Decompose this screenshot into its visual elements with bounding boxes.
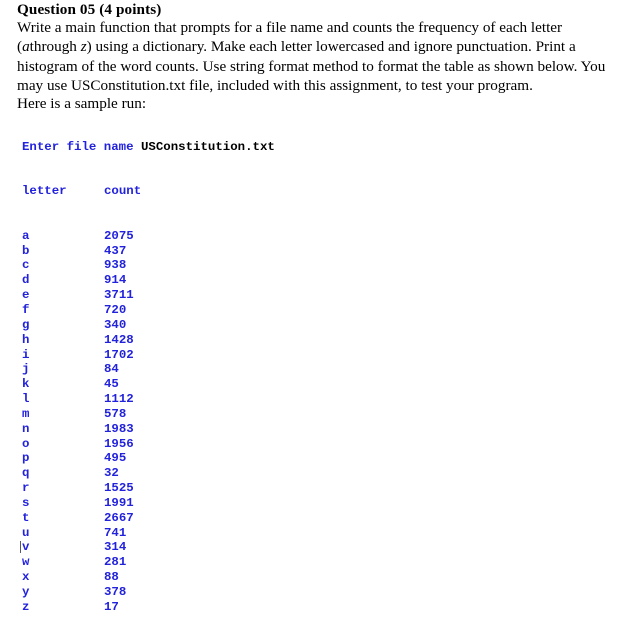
cell-count: 741 — [104, 525, 127, 540]
cell-letter: b — [22, 243, 30, 258]
cell-letter: g — [22, 317, 30, 332]
table-row: s 1991 — [0, 496, 635, 511]
console-space — [134, 140, 141, 154]
cell-letter: s — [22, 495, 30, 510]
cell-count: 3711 — [104, 288, 134, 303]
table-row: g 340 — [0, 318, 635, 333]
table-row: h 1428 — [0, 333, 635, 348]
question-body-part2: through — [29, 38, 81, 56]
table-row: u 741 — [0, 526, 635, 541]
cell-letter: j — [22, 362, 30, 377]
cell-letter: n — [22, 421, 30, 436]
table-row: q 32 — [0, 466, 635, 481]
cell-letter: c — [22, 258, 30, 273]
cell-letter: x — [22, 570, 30, 585]
table-row: j 84 — [0, 362, 635, 377]
cell-letter: d — [22, 273, 30, 288]
cell-letter: w — [22, 555, 30, 570]
cell-count: 1991 — [104, 495, 134, 510]
table-row: c 938 — [0, 258, 635, 273]
column-header-letter: letter — [22, 184, 67, 199]
text-caret — [20, 541, 21, 554]
question-body-part3: ) using a dictionary. Make each letter l… — [17, 38, 606, 95]
cell-letter: v — [22, 540, 30, 555]
console-prompt-line: Enter file name USConstitution.txt — [0, 140, 635, 155]
cell-count: 1983 — [104, 421, 134, 436]
table-row: a 2075 — [0, 229, 635, 244]
table-row: k 45 — [0, 377, 635, 392]
console-prompt-label: Enter file name — [22, 139, 134, 154]
cell-count: 1428 — [104, 332, 134, 347]
cell-letter: y — [22, 585, 30, 599]
table-row: d 914 — [0, 273, 635, 288]
cell-count: 88 — [104, 570, 119, 585]
table-row: r 1525 — [0, 481, 635, 496]
italic-letter-a: a — [22, 38, 30, 56]
cell-letter: a — [22, 228, 30, 243]
table-row: f 720 — [0, 303, 635, 318]
cell-letter: q — [22, 466, 30, 481]
table-row: b 437 — [0, 244, 635, 259]
cell-count: 340 — [104, 317, 127, 332]
table-row: p 495 — [0, 451, 635, 466]
cell-count: 938 — [104, 258, 127, 273]
table-row: z 17 — [0, 600, 635, 615]
table-row: n 1983 — [0, 422, 635, 437]
cell-count: 45 — [104, 377, 119, 392]
table-row: m 578 — [0, 407, 635, 422]
cell-count: 84 — [104, 362, 119, 377]
question-prose: Question 05 (4 points) Write a main func… — [17, 1, 625, 96]
cell-letter: l — [22, 392, 30, 407]
column-header-count: count — [104, 184, 142, 199]
cell-letter: f — [22, 302, 30, 317]
cell-count: 914 — [104, 273, 127, 288]
cell-count: 720 — [104, 302, 127, 317]
console-output: Enter file name USConstitution.txt lette… — [0, 110, 635, 644]
cell-letter: r — [22, 481, 30, 496]
table-row: i 1702 — [0, 348, 635, 363]
cell-count: 1956 — [104, 436, 134, 451]
table-row: o 1956 — [0, 437, 635, 452]
cell-count: 437 — [104, 243, 127, 258]
cell-letter: h — [22, 332, 30, 347]
console-rows: a 2075 b 437 c 938 d 914 e 3711 f 720 g 340 h 1428 i 1702… — [0, 229, 635, 615]
cell-letter: k — [22, 377, 30, 392]
assignment-page: Question 05 (4 points) Write a main func… — [0, 0, 635, 614]
cell-letter: i — [22, 347, 30, 362]
cell-count: 2667 — [104, 510, 134, 525]
table-row: v 314 — [0, 540, 635, 555]
cell-count: 32 — [104, 466, 119, 481]
table-row: t 2667 — [0, 511, 635, 526]
console-header-row: letter count — [0, 184, 635, 199]
cell-count: 1525 — [104, 481, 134, 496]
table-row: x 88 — [0, 570, 635, 585]
cell-count: 378 — [104, 585, 127, 599]
table-row: l 1112 — [0, 392, 635, 407]
page-title: Question 05 (4 points) — [17, 1, 162, 18]
cell-count: 17 — [104, 599, 119, 614]
cell-count: 495 — [104, 451, 127, 466]
table-row: w 281 — [0, 555, 635, 570]
table-row: y 378 — [0, 585, 635, 600]
cell-letter: o — [22, 436, 30, 451]
cell-count: 1112 — [104, 392, 134, 407]
cell-letter: e — [22, 288, 30, 303]
cell-count: 2075 — [104, 228, 134, 243]
cell-count: 1702 — [104, 347, 134, 362]
cell-letter: p — [22, 451, 30, 466]
question-body: Write a main function that prompts for a… — [17, 18, 625, 96]
cell-letter: t — [22, 510, 30, 525]
table-row: e 3711 — [0, 288, 635, 303]
cell-count: 281 — [104, 555, 127, 570]
cell-letter: z — [22, 599, 30, 614]
cell-count: 314 — [104, 540, 127, 555]
cell-letter: m — [22, 406, 30, 421]
cell-letter: u — [22, 525, 30, 540]
console-user-input: USConstitution.txt — [140, 139, 275, 154]
cell-count: 578 — [104, 406, 127, 421]
